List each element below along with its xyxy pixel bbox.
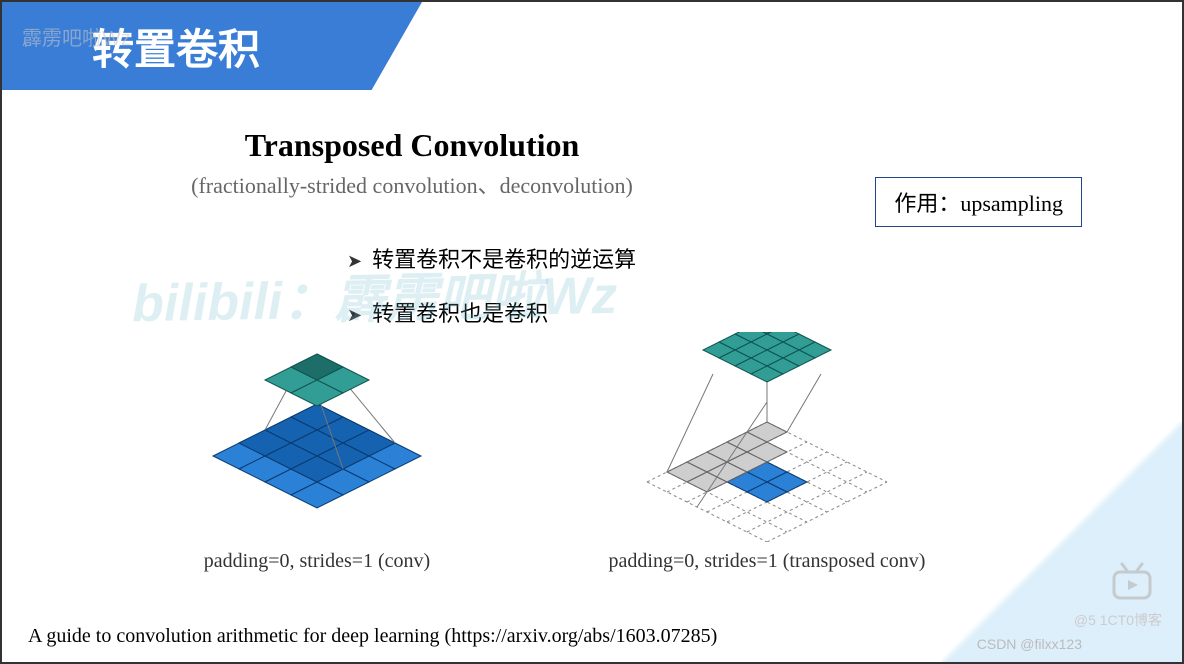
heading-block: Transposed Convolution (fractionally-str… <box>2 127 822 200</box>
usage-badge: 作用：upsampling <box>875 177 1082 227</box>
main-title: Transposed Convolution <box>2 127 822 164</box>
bullet-item: 转置卷积不是卷积的逆运算 <box>347 242 636 274</box>
usage-badge-text: 作用：upsampling <box>894 191 1063 216</box>
transposed-conv-svg <box>587 332 947 542</box>
transposed-conv-diagram: padding=0, strides=1 (transposed conv) <box>587 332 947 562</box>
bullet-item: 转置卷积也是卷积 <box>347 296 636 328</box>
conv-svg <box>157 332 477 542</box>
reference-text: A guide to convolution arithmetic for de… <box>28 625 717 648</box>
corner-watermark: @5 1CT0博客 <box>1074 610 1162 630</box>
bilibili-tv-icon <box>1110 562 1154 607</box>
conv-caption: padding=0, strides=1 (conv) <box>157 550 477 573</box>
watermark-top-left: 霹雳吧啦Wz <box>22 22 131 51</box>
diagram-area: padding=0, strides=1 (conv) <box>102 332 1002 562</box>
conv-diagram: padding=0, strides=1 (conv) <box>157 332 477 562</box>
subtitle: (fractionally-strided convolution、deconv… <box>2 168 822 200</box>
transposed-conv-caption: padding=0, strides=1 (transposed conv) <box>587 550 947 573</box>
csdn-watermark: CSDN @filxx123 <box>977 636 1082 652</box>
